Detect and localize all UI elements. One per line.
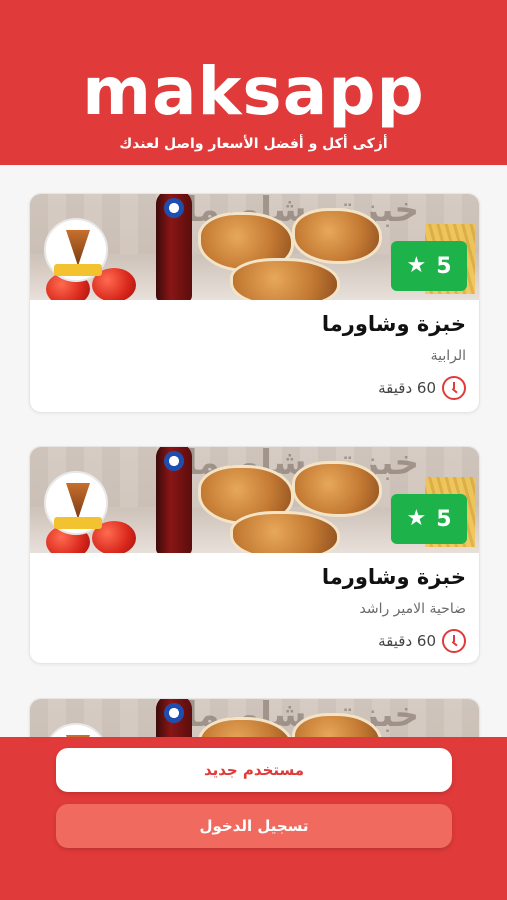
- restaurant-area: الرابية: [430, 348, 466, 364]
- restaurant-name: خبزة وشاورما: [321, 312, 466, 336]
- shawarma-wrap-image: [292, 461, 382, 517]
- shawarma-wrap-image: [292, 208, 382, 264]
- auth-footer: مستخدم جديد تسجيل الدخول: [0, 737, 507, 900]
- restaurant-card[interactable]: خبزة وشاورما: [29, 698, 480, 740]
- logo-label-shape: [54, 264, 102, 276]
- login-button[interactable]: تسجيل الدخول: [56, 804, 452, 848]
- restaurant-logo: [44, 218, 108, 282]
- shawarma-cone-icon: [66, 483, 90, 519]
- shawarma-wrap-image: [230, 258, 340, 300]
- new-user-button[interactable]: مستخدم جديد: [56, 748, 452, 792]
- app-tagline: أزكى أكل و أفضل الأسعار واصل لعندك: [119, 136, 388, 152]
- clock-icon: [442, 376, 466, 400]
- restaurant-list[interactable]: خبزة وشاورما ★ 5 خبزة وشاورما الرابية 60…: [0, 165, 507, 740]
- restaurant-banner-image: خبزة وشاورما ★ 5: [30, 447, 479, 553]
- star-icon: ★: [406, 506, 427, 531]
- clock-icon: [442, 629, 466, 653]
- delivery-time: 60 دقيقة: [378, 376, 466, 400]
- restaurant-banner-image: خبزة وشاورما: [30, 699, 479, 740]
- restaurant-logo: [44, 471, 108, 535]
- app-header: maksapp أزكى أكل و أفضل الأسعار واصل لعن…: [0, 0, 507, 165]
- restaurant-name: خبزة وشاورما: [321, 565, 466, 589]
- rating-value: 5: [436, 253, 452, 279]
- soda-bottle-image: [156, 447, 192, 553]
- restaurant-card[interactable]: خبزة وشاورما ★ 5 خبزة وشاورما ضاحية الام…: [29, 446, 480, 664]
- pepsi-logo-icon: [164, 198, 184, 218]
- rating-badge: ★ 5: [391, 494, 467, 544]
- delivery-time-text: 60 دقيقة: [378, 632, 436, 650]
- pepsi-logo-icon: [164, 451, 184, 471]
- rating-value: 5: [436, 506, 452, 532]
- restaurant-area: ضاحية الامير راشد: [359, 601, 467, 617]
- shawarma-cone-icon: [66, 230, 90, 266]
- rating-badge: ★ 5: [391, 241, 467, 291]
- shawarma-wrap-image: [230, 511, 340, 553]
- logo-label-shape: [54, 517, 102, 529]
- delivery-time-text: 60 دقيقة: [378, 379, 436, 397]
- restaurant-card[interactable]: خبزة وشاورما ★ 5 خبزة وشاورما الرابية 60…: [29, 193, 480, 413]
- restaurant-banner-image: خبزة وشاورما ★ 5: [30, 194, 479, 300]
- star-icon: ★: [406, 253, 427, 278]
- app-logo: maksapp: [82, 53, 425, 130]
- soda-bottle-image: [156, 194, 192, 300]
- pepsi-logo-icon: [164, 703, 184, 723]
- delivery-time: 60 دقيقة: [378, 629, 466, 653]
- soda-bottle-image: [156, 699, 192, 740]
